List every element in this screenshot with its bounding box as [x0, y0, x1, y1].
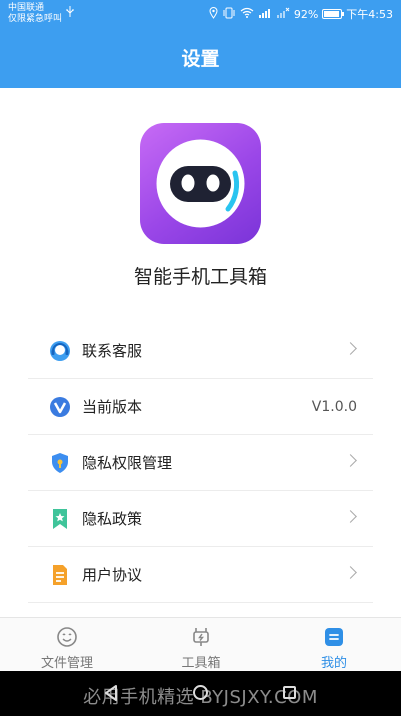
battery-icon	[322, 9, 345, 19]
tab-file-manager[interactable]: 文件管理	[0, 618, 134, 672]
carrier-status: 仅限紧急呼叫	[8, 14, 63, 24]
tab-label: 我的	[320, 656, 347, 671]
menu-item-label: 隐私政策	[82, 510, 143, 528]
user-agreement-icon	[48, 563, 72, 587]
menu-item-label: 用户协议	[82, 566, 143, 584]
signal-4g-icon	[258, 7, 272, 21]
usb-icon	[66, 6, 74, 21]
menu-item-version[interactable]: 当前版本 V1.0.0	[28, 379, 373, 435]
signal-no-sim-icon	[276, 7, 290, 21]
page-title: 设置	[0, 30, 401, 88]
menu-item-privacy-permissions[interactable]: 隐私权限管理	[28, 435, 373, 491]
status-right: 92% 下午4:53	[209, 6, 393, 22]
clock: 下午4:53	[346, 8, 393, 21]
carrier-info: 中国联通 仅限紧急呼叫	[8, 3, 62, 25]
app-name: 智能手机工具箱	[133, 266, 267, 288]
vibrate-icon	[222, 7, 236, 22]
toolbox-icon	[190, 626, 212, 648]
profile-icon	[323, 626, 345, 648]
privacy-policy-icon	[48, 507, 72, 531]
robot-icon	[156, 139, 245, 228]
recent-apps-icon[interactable]	[283, 686, 296, 699]
carrier-name: 中国联通	[8, 3, 45, 13]
menu-item-privacy-policy[interactable]: 隐私政策	[28, 491, 373, 547]
wifi-icon	[240, 7, 254, 21]
menu-item-contact-support[interactable]: 联系客服	[28, 323, 373, 379]
tab-mine[interactable]: 我的	[267, 618, 401, 672]
version-icon	[48, 395, 72, 419]
tab-toolbox[interactable]: 工具箱	[134, 618, 268, 672]
home-icon[interactable]	[193, 685, 208, 700]
bottom-tab-bar: 文件管理 工具箱 我的	[0, 617, 401, 671]
app-logo	[140, 123, 261, 244]
battery-percent: 92%	[293, 7, 319, 21]
status-bar: 中国联通 仅限紧急呼叫 92% 下午4:53	[0, 0, 401, 30]
settings-menu: 联系客服 当前版本 V1.0.0 隐私权限管理 隐私政策 用户协议	[28, 323, 373, 603]
tab-label: 工具箱	[181, 656, 221, 671]
location-icon	[209, 6, 218, 22]
tab-label: 文件管理	[40, 656, 93, 671]
menu-item-user-agreement[interactable]: 用户协议	[28, 547, 373, 603]
version-value: V1.0.0	[311, 398, 357, 415]
back-icon[interactable]	[104, 685, 118, 705]
file-manager-icon	[56, 626, 78, 648]
privacy-permission-icon	[48, 451, 72, 475]
customer-service-icon	[48, 339, 72, 363]
menu-item-label: 联系客服	[82, 342, 143, 360]
menu-item-label: 隐私权限管理	[82, 454, 173, 472]
